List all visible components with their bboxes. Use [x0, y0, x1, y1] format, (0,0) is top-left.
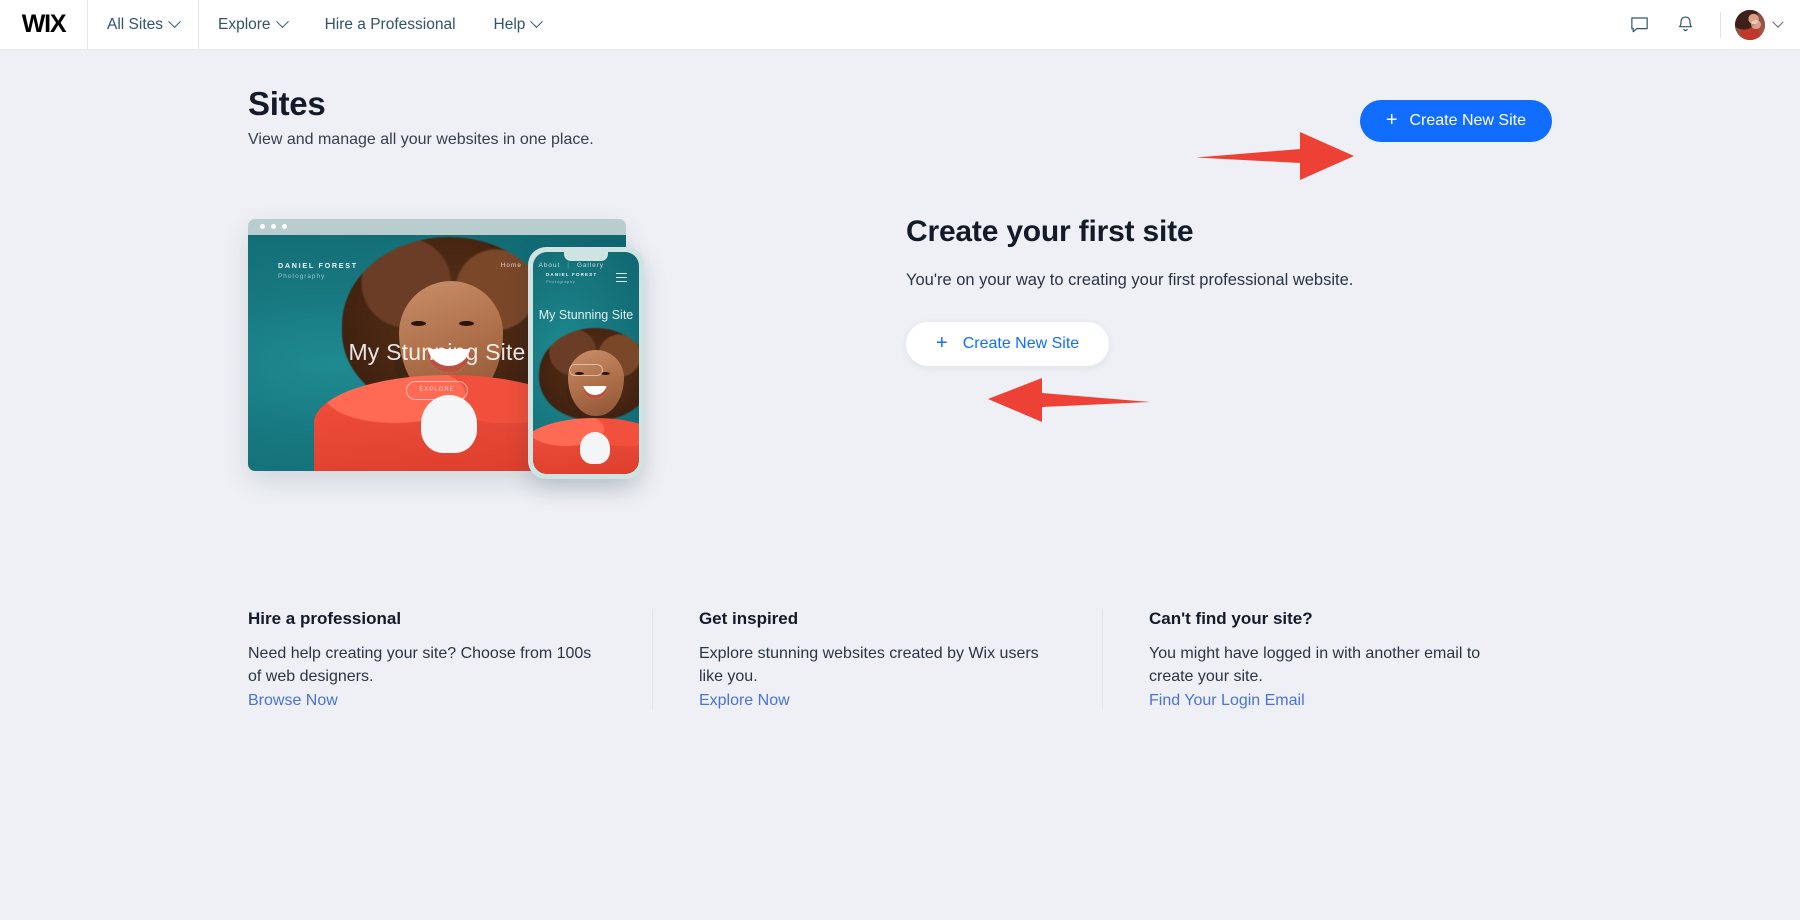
page-subtitle: View and manage all your websites in one…: [248, 131, 594, 149]
hamburger-menu-icon: [616, 273, 627, 285]
help-column-title: Get inspired: [699, 609, 1042, 629]
find-your-login-email-link[interactable]: Find Your Login Email: [1149, 692, 1305, 710]
create-new-site-button-primary[interactable]: + Create New Site: [1360, 100, 1552, 142]
chevron-down-icon: [168, 15, 181, 28]
help-column-text: Explore stunning websites created by Wix…: [699, 643, 1042, 688]
preview-brand-tagline: Photography: [278, 273, 358, 280]
site-preview-illustration: DANIEL FOREST Photography Home | About |…: [248, 219, 688, 499]
nav-item-hire-a-professional-label: Hire a Professional: [325, 16, 456, 34]
chat-bubble-icon[interactable]: [1616, 0, 1662, 50]
plus-icon: +: [936, 333, 948, 353]
preview-brand: DANIEL FOREST Photography: [278, 261, 358, 280]
main-nav: All Sites Explore Hire a Professional He…: [88, 0, 560, 49]
preview-nav-gallery: Gallery: [577, 262, 604, 269]
wix-logo[interactable]: WIX: [0, 0, 88, 49]
preview-nav-about: About: [538, 262, 560, 269]
window-dot-icon: [282, 224, 287, 229]
help-columns: Hire a professional Need help creating y…: [248, 609, 1552, 710]
help-column-text: Need help creating your site? Choose fro…: [248, 643, 592, 688]
nav-item-help[interactable]: Help: [475, 0, 561, 49]
preview-headline: My Stunning Site: [248, 339, 626, 366]
chevron-down-icon: [276, 15, 289, 28]
preview-nav-separator: |: [529, 262, 532, 269]
page-header: Sites View and manage all your websites …: [248, 50, 1552, 149]
help-column-text: You might have logged in with another em…: [1149, 643, 1492, 688]
create-new-site-button-secondary[interactable]: + Create New Site: [906, 322, 1109, 366]
phone-notch: [564, 252, 608, 261]
nav-item-all-sites-label: All Sites: [107, 16, 163, 34]
top-navigation-bar: WIX All Sites Explore Hire a Professiona…: [0, 0, 1800, 50]
nav-item-hire-a-professional[interactable]: Hire a Professional: [306, 0, 475, 49]
help-column-get-inspired: Get inspired Explore stunning websites c…: [652, 609, 1102, 710]
nav-item-all-sites[interactable]: All Sites: [88, 0, 199, 49]
bell-icon[interactable]: [1662, 0, 1708, 50]
hero-description: You're on your way to creating your firs…: [906, 271, 1353, 290]
preview-cta-button-mobile: [569, 364, 603, 376]
nav-item-help-label: Help: [494, 16, 526, 34]
collar-shape: [580, 432, 610, 464]
nav-item-explore-label: Explore: [218, 16, 271, 34]
eye-shape: [411, 321, 426, 326]
preview-nav-separator: |: [567, 262, 570, 269]
browser-chrome-bar: [248, 219, 626, 235]
top-bar-actions: [1616, 0, 1800, 49]
preview-site-nav: Home | About | Gallery: [501, 262, 604, 269]
nav-item-explore[interactable]: Explore: [199, 0, 306, 49]
page-title: Sites: [248, 86, 594, 123]
help-column-hire-a-professional: Hire a professional Need help creating y…: [248, 609, 652, 710]
window-dot-icon: [271, 224, 276, 229]
preview-nav-home: Home: [501, 262, 522, 269]
wix-logo-text: WIX: [22, 10, 66, 39]
preview-cta-button: EXPLORE: [406, 381, 468, 400]
help-column-title: Can't find your site?: [1149, 609, 1492, 629]
browse-now-link[interactable]: Browse Now: [248, 692, 338, 710]
empty-state-hero: DANIEL FOREST Photography Home | About |…: [248, 209, 1552, 499]
content-container: Sites View and manage all your websites …: [0, 50, 1800, 710]
window-dot-icon: [260, 224, 265, 229]
help-column-title: Hire a professional: [248, 609, 592, 629]
preview-brand-tagline-mobile: Photography: [546, 279, 597, 284]
preview-brand-name-mobile: DANIEL FOREST: [546, 272, 597, 277]
collar-shape: [421, 395, 477, 453]
chevron-down-icon: [531, 15, 544, 28]
create-new-site-button-primary-label: Create New Site: [1410, 112, 1527, 130]
page-heading-group: Sites View and manage all your websites …: [248, 86, 594, 149]
help-column-cant-find-your-site: Can't find your site? You might have log…: [1102, 609, 1552, 710]
preview-brand-mobile: DANIEL FOREST Photography: [546, 272, 597, 284]
page-body: Sites View and manage all your websites …: [0, 50, 1800, 920]
preview-brand-name: DANIEL FOREST: [278, 261, 358, 270]
account-menu[interactable]: [1733, 10, 1782, 40]
hero-title: Create your first site: [906, 215, 1353, 249]
explore-now-link[interactable]: Explore Now: [699, 692, 790, 710]
create-new-site-button-secondary-label: Create New Site: [963, 335, 1080, 353]
toolbar-divider: [1720, 12, 1721, 38]
hero-copy: Create your first site You're on your wa…: [688, 209, 1353, 366]
plus-icon: +: [1386, 110, 1398, 130]
preview-headline-mobile: My Stunning Site: [533, 308, 639, 323]
eye-shape: [459, 321, 474, 326]
chevron-down-icon: [1772, 16, 1783, 27]
avatar: [1735, 10, 1765, 40]
